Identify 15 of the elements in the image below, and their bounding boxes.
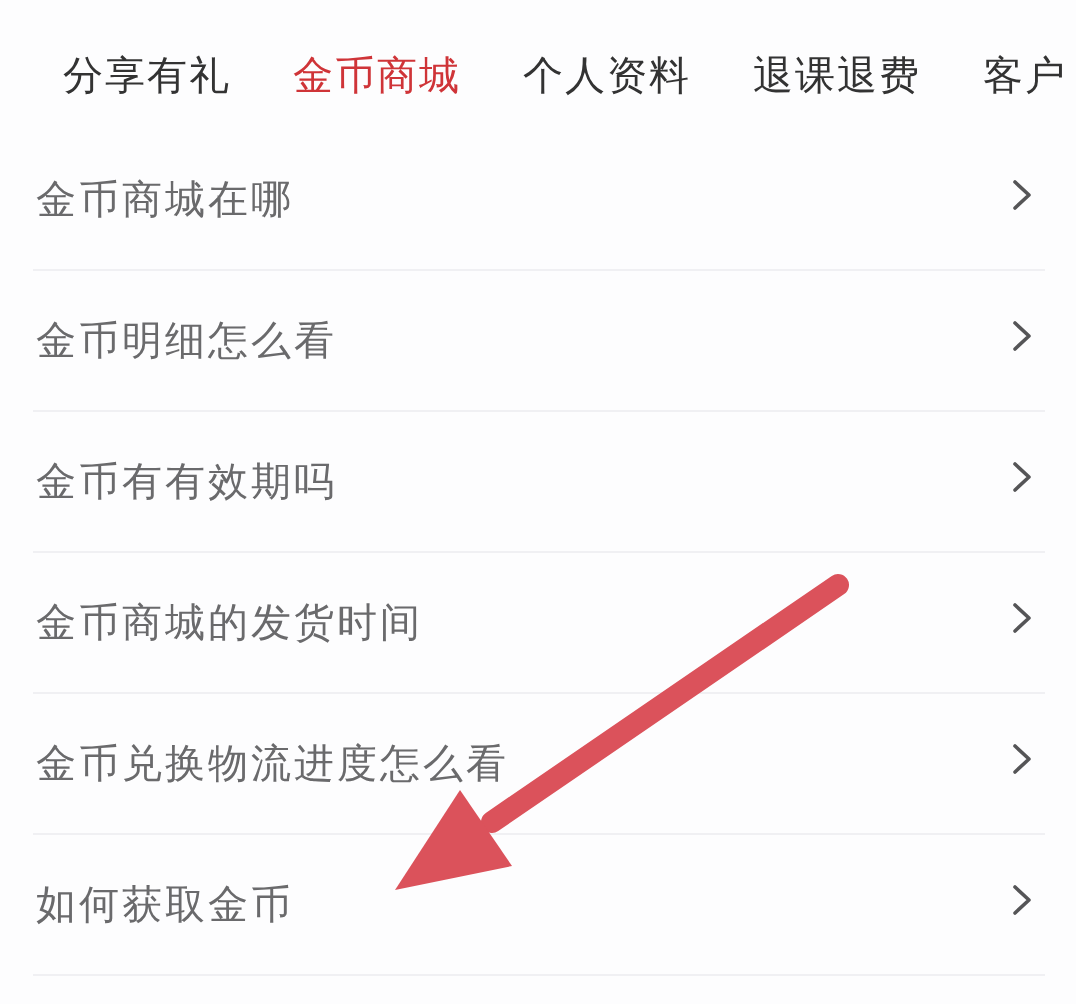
chevron-right-icon (1013, 602, 1031, 633)
chevron-right-icon (1013, 884, 1031, 915)
chevron-right-icon (1013, 743, 1031, 774)
question-row[interactable]: 金币商城在哪 (33, 130, 1045, 271)
chevron-right-icon (1013, 320, 1031, 351)
question-row[interactable]: 金币商城的发货时间 (33, 553, 1045, 694)
category-tab[interactable]: 分享有礼 (63, 51, 231, 99)
category-tab[interactable]: 客户 (983, 51, 1067, 99)
category-tab[interactable]: 退课退费 (753, 51, 921, 99)
chevron-right-icon (1013, 179, 1031, 210)
category-tab[interactable]: 金币商城 (293, 51, 461, 99)
question-row[interactable]: 金币有有效期吗 (33, 412, 1045, 553)
chevron-right-icon (1013, 461, 1031, 492)
question-row[interactable]: 金币明细怎么看 (33, 271, 1045, 412)
category-tab[interactable]: 个人资料 (523, 51, 691, 99)
